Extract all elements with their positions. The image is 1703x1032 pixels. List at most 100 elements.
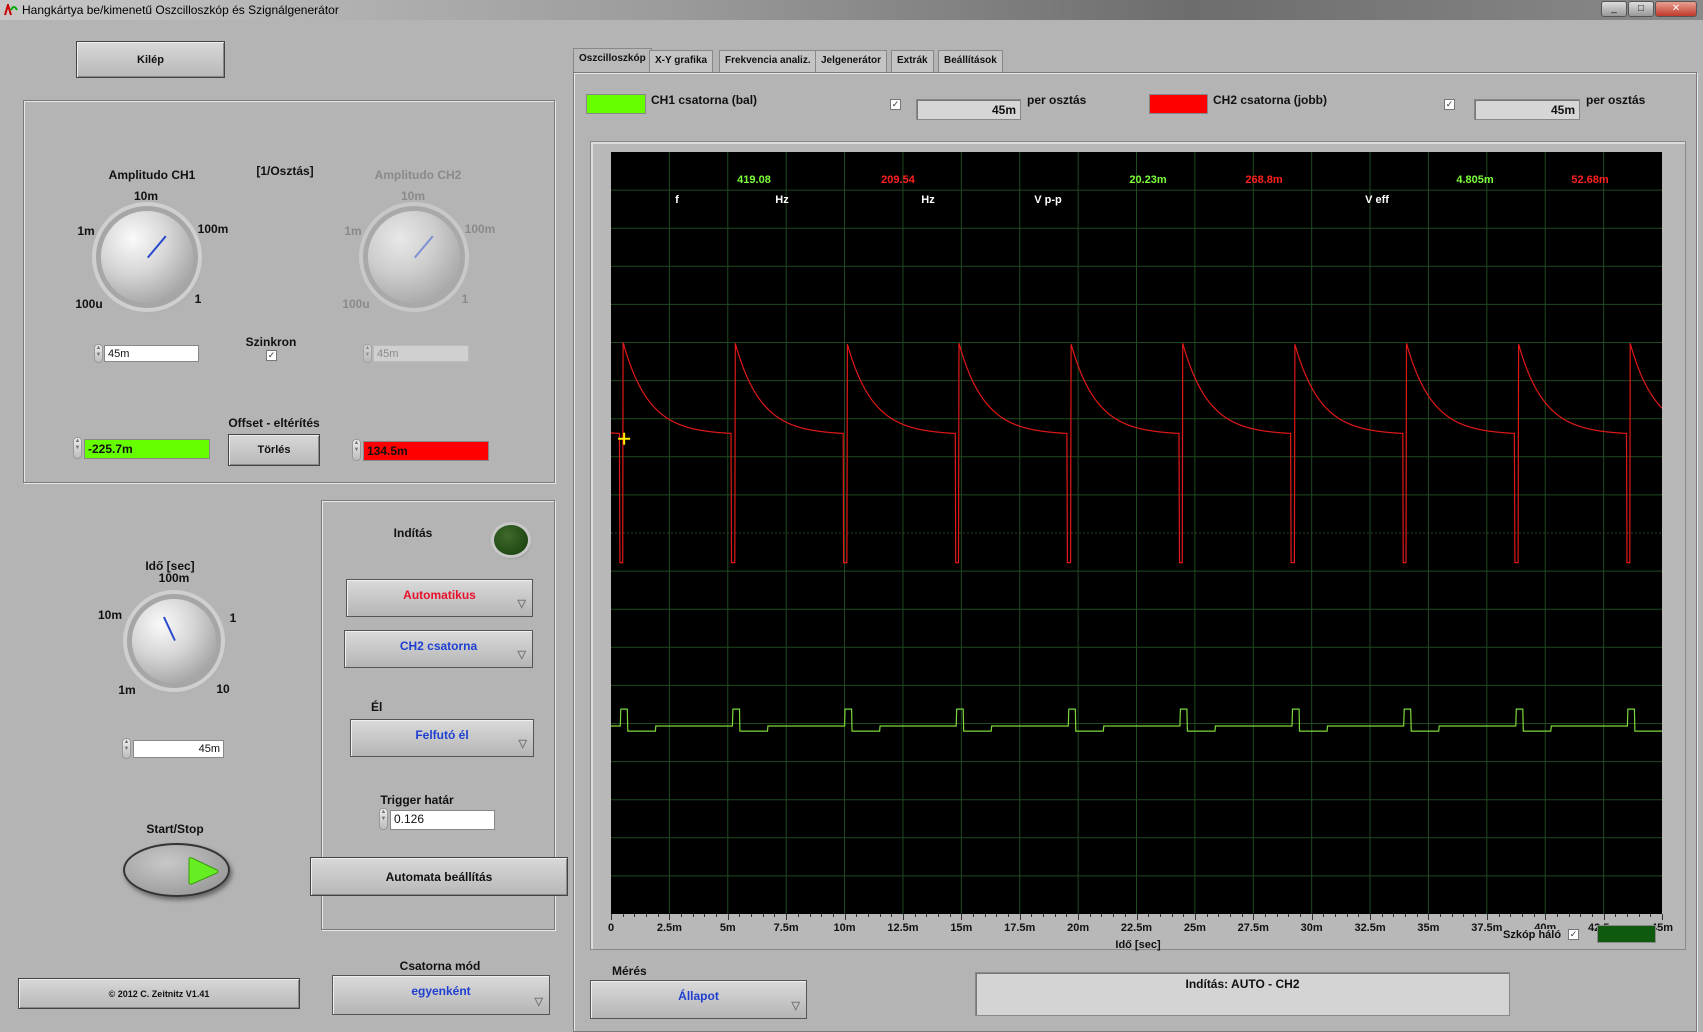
offset-ch2-input[interactable]: 134.5m [363, 441, 489, 461]
amp-ch2-knob [368, 211, 460, 303]
x-tick-mark [1440, 914, 1442, 917]
x-tick-mark [1463, 914, 1465, 917]
tab-extras[interactable]: Extrák [891, 50, 934, 72]
trigger-source-dropdown[interactable]: CH2 csatorna ▽ [344, 630, 533, 668]
x-tick-mark [1428, 914, 1430, 920]
x-tick-mark [657, 914, 659, 917]
x-tick-label: 15m [950, 922, 973, 934]
tab-xy-graph[interactable]: X-Y grafika [649, 50, 714, 72]
offset-label: Offset - eltérítés [228, 416, 320, 430]
x-tick-mark [1101, 914, 1103, 917]
x-tick-mark [1019, 914, 1021, 920]
clear-offset-button[interactable]: Törlés [228, 434, 320, 466]
oscilloscope-plot[interactable] [611, 152, 1662, 914]
x-tick-label: 32.5m [1354, 922, 1386, 934]
x-tick-label: 12.5m [887, 922, 919, 934]
dropdown-arrow-icon: ▽ [517, 598, 526, 610]
x-tick-mark [797, 914, 799, 917]
x-tick-mark [634, 914, 636, 917]
measure-label: Mérés [612, 964, 647, 978]
offset-ch1-input[interactable]: -225.7m [84, 439, 210, 459]
grid-checkbox[interactable]: ✓ [1568, 929, 1579, 940]
maximize-icon[interactable]: □ [1628, 1, 1654, 17]
x-tick-mark [1066, 914, 1068, 917]
x-tick-mark [762, 914, 764, 917]
trigger-edge-dropdown[interactable]: Felfutó él ▽ [350, 719, 534, 757]
x-tick-mark [1054, 914, 1056, 917]
amp-ch2-spinner: ▲ ▼ [363, 344, 372, 363]
x-tick-mark [1591, 914, 1593, 917]
ch2-checkbox[interactable]: ✓ [1444, 99, 1455, 110]
ch1-checkbox[interactable]: ✓ [890, 99, 901, 110]
x-tick-mark [1276, 914, 1278, 917]
tab-frequency-analysis[interactable]: Frekvencia analiz. [719, 50, 817, 72]
tab-oscilloscope[interactable]: Oszcilloszkóp [573, 48, 652, 72]
measure-dropdown[interactable]: Állapot ▽ [590, 980, 807, 1019]
x-tick-mark [1603, 914, 1605, 920]
sync-checkbox[interactable]: ✓ [266, 350, 277, 361]
x-tick-mark [1288, 914, 1290, 917]
channel-mode-label: Csatorna mód [399, 959, 481, 973]
time-knob[interactable] [132, 599, 216, 683]
amp-ch1-spinner[interactable]: ▲ ▼ [94, 344, 103, 363]
window-title: Hangkártya be/kimenetű Oszcilloszkóp és … [22, 3, 339, 17]
x-tick-mark [1510, 914, 1512, 917]
ch2-color-swatch[interactable] [1149, 94, 1208, 114]
x-tick-mark [1183, 914, 1185, 917]
x-tick-label: 17.5m [1004, 922, 1036, 934]
vpp-ch2-value: 268.8m [1245, 174, 1283, 186]
amp-ch1-input[interactable]: 45m [104, 345, 199, 362]
grid-color-swatch[interactable] [1597, 925, 1656, 943]
trigger-level-spinner[interactable]: ▲ ▼ [379, 808, 388, 830]
tab-settings[interactable]: Beállítások [938, 50, 1003, 72]
minimize-icon[interactable]: _ [1601, 1, 1627, 17]
x-tick-mark [669, 914, 671, 920]
x-tick-label: 37.5m [1471, 922, 1503, 934]
amp-ch1-knob[interactable] [101, 211, 193, 303]
x-tick-mark [961, 914, 963, 920]
copyright-bar: © 2012 C. Zeitnitz V1.41 [18, 978, 300, 1009]
x-tick-mark [611, 914, 612, 920]
x-tick-mark [1475, 914, 1477, 917]
x-tick-mark [751, 914, 753, 917]
tab-signal-generator[interactable]: Jelgenerátor [815, 50, 888, 72]
x-tick-label: 10m [833, 922, 856, 934]
knob-scale-label: 1m [344, 224, 362, 238]
offset-ch1-spinner[interactable]: ▲ ▼ [73, 437, 82, 459]
x-tick-label: 2.5m [656, 922, 682, 934]
trigger-level-input[interactable]: 0.126 [390, 810, 495, 830]
knob-pointer [147, 235, 167, 258]
x-tick-label: 30m [1300, 922, 1323, 934]
exit-button[interactable]: Kilép [76, 41, 225, 78]
ch1-color-swatch[interactable] [586, 94, 646, 114]
x-tick-mark [1335, 914, 1337, 917]
x-tick-mark [1311, 914, 1313, 920]
ch1-label: CH1 csatorna (bal) [651, 93, 758, 107]
time-spinner[interactable]: ▲ ▼ [122, 738, 131, 759]
x-tick-label: 25m [1183, 922, 1206, 934]
vpp-ch1-value: 20.23m [1129, 174, 1167, 186]
offset-ch2-spinner[interactable]: ▲ ▼ [352, 439, 361, 461]
knob-scale-label: 1m [118, 683, 136, 697]
x-tick-mark [1381, 914, 1383, 917]
x-tick-mark [879, 914, 881, 917]
x-tick-mark [1626, 914, 1628, 917]
app-icon [4, 4, 18, 16]
time-input[interactable]: 45m [133, 740, 224, 758]
auto-setup-button[interactable]: Automata beállítás [310, 857, 568, 896]
start-stop-button[interactable] [123, 843, 230, 897]
x-tick-mark [1194, 914, 1196, 920]
knob-scale-label: 1 [229, 611, 237, 625]
channel-mode-dropdown[interactable]: egyenként ▽ [332, 975, 550, 1015]
trigger-level-label: Trigger határ [380, 793, 454, 807]
x-tick-mark [1405, 914, 1407, 917]
trigger-mode-dropdown[interactable]: Automatikus ▽ [346, 579, 533, 617]
close-icon[interactable]: ✕ [1655, 1, 1697, 17]
x-tick-mark [867, 914, 869, 917]
x-tick-mark [1253, 914, 1255, 920]
x-tick-mark [1206, 914, 1208, 917]
x-tick-mark [1556, 914, 1558, 917]
sync-label: Szinkron [245, 335, 297, 349]
dropdown-arrow-icon: ▽ [791, 1000, 800, 1012]
f-ch1-value: 419.08 [737, 174, 771, 186]
